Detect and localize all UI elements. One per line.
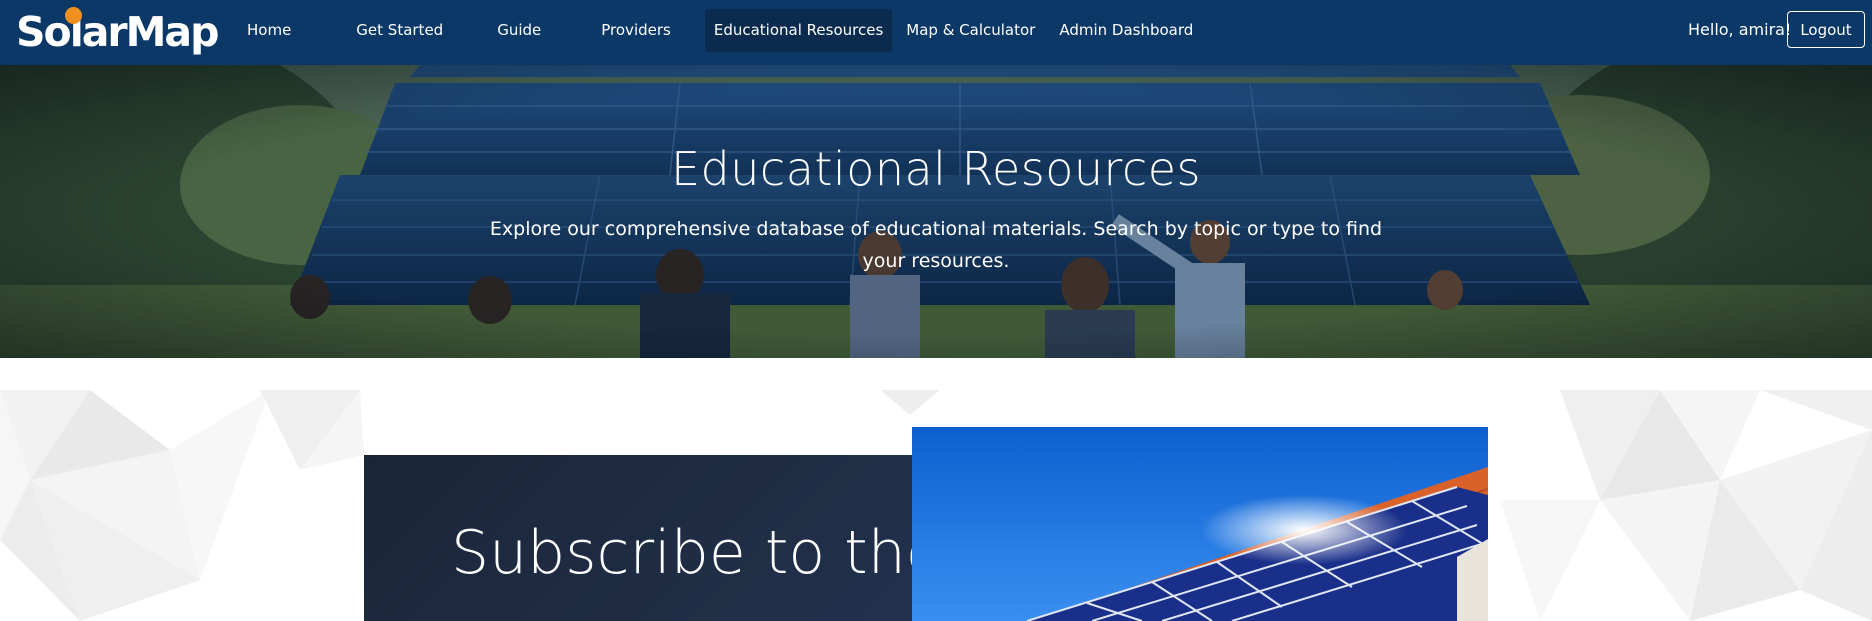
nav-get-started[interactable]: Get Started	[347, 9, 452, 52]
solar-roof-image	[912, 427, 1488, 621]
nav-providers[interactable]: Providers	[592, 9, 680, 52]
logo-text: SolarMap	[16, 8, 219, 56]
nav-home[interactable]: Home	[238, 9, 300, 52]
nav-educational-resources[interactable]: Educational Resources	[704, 9, 893, 52]
newsletter-card: Subscribe to the Newsletter	[364, 455, 940, 621]
logout-button[interactable]: Logout	[1787, 11, 1865, 48]
nav-guide[interactable]: Guide	[488, 9, 550, 52]
user-greeting: Hello, amira!	[1688, 20, 1792, 39]
hero-banner: Educational Resources Explore our compre…	[0, 65, 1872, 358]
solarmap-logo[interactable]: SolarMap	[16, 6, 219, 58]
nav-admin-dashboard[interactable]: Admin Dashboard	[1050, 9, 1202, 52]
hero-overlay	[0, 65, 1872, 358]
nav-map-calculator[interactable]: Map & Calculator	[897, 9, 1044, 52]
logo-sun-icon	[65, 7, 82, 24]
hero-subtitle: Explore our comprehensive database of ed…	[489, 218, 1383, 272]
main-nav: Home Get Started Guide Providers Educati…	[238, 9, 1202, 52]
top-navbar: SolarMap Home Get Started Guide Provider…	[0, 0, 1872, 65]
page-title: Educational Resources	[670, 142, 1202, 196]
newsletter-title: Subscribe to the Newsletter	[451, 518, 940, 588]
